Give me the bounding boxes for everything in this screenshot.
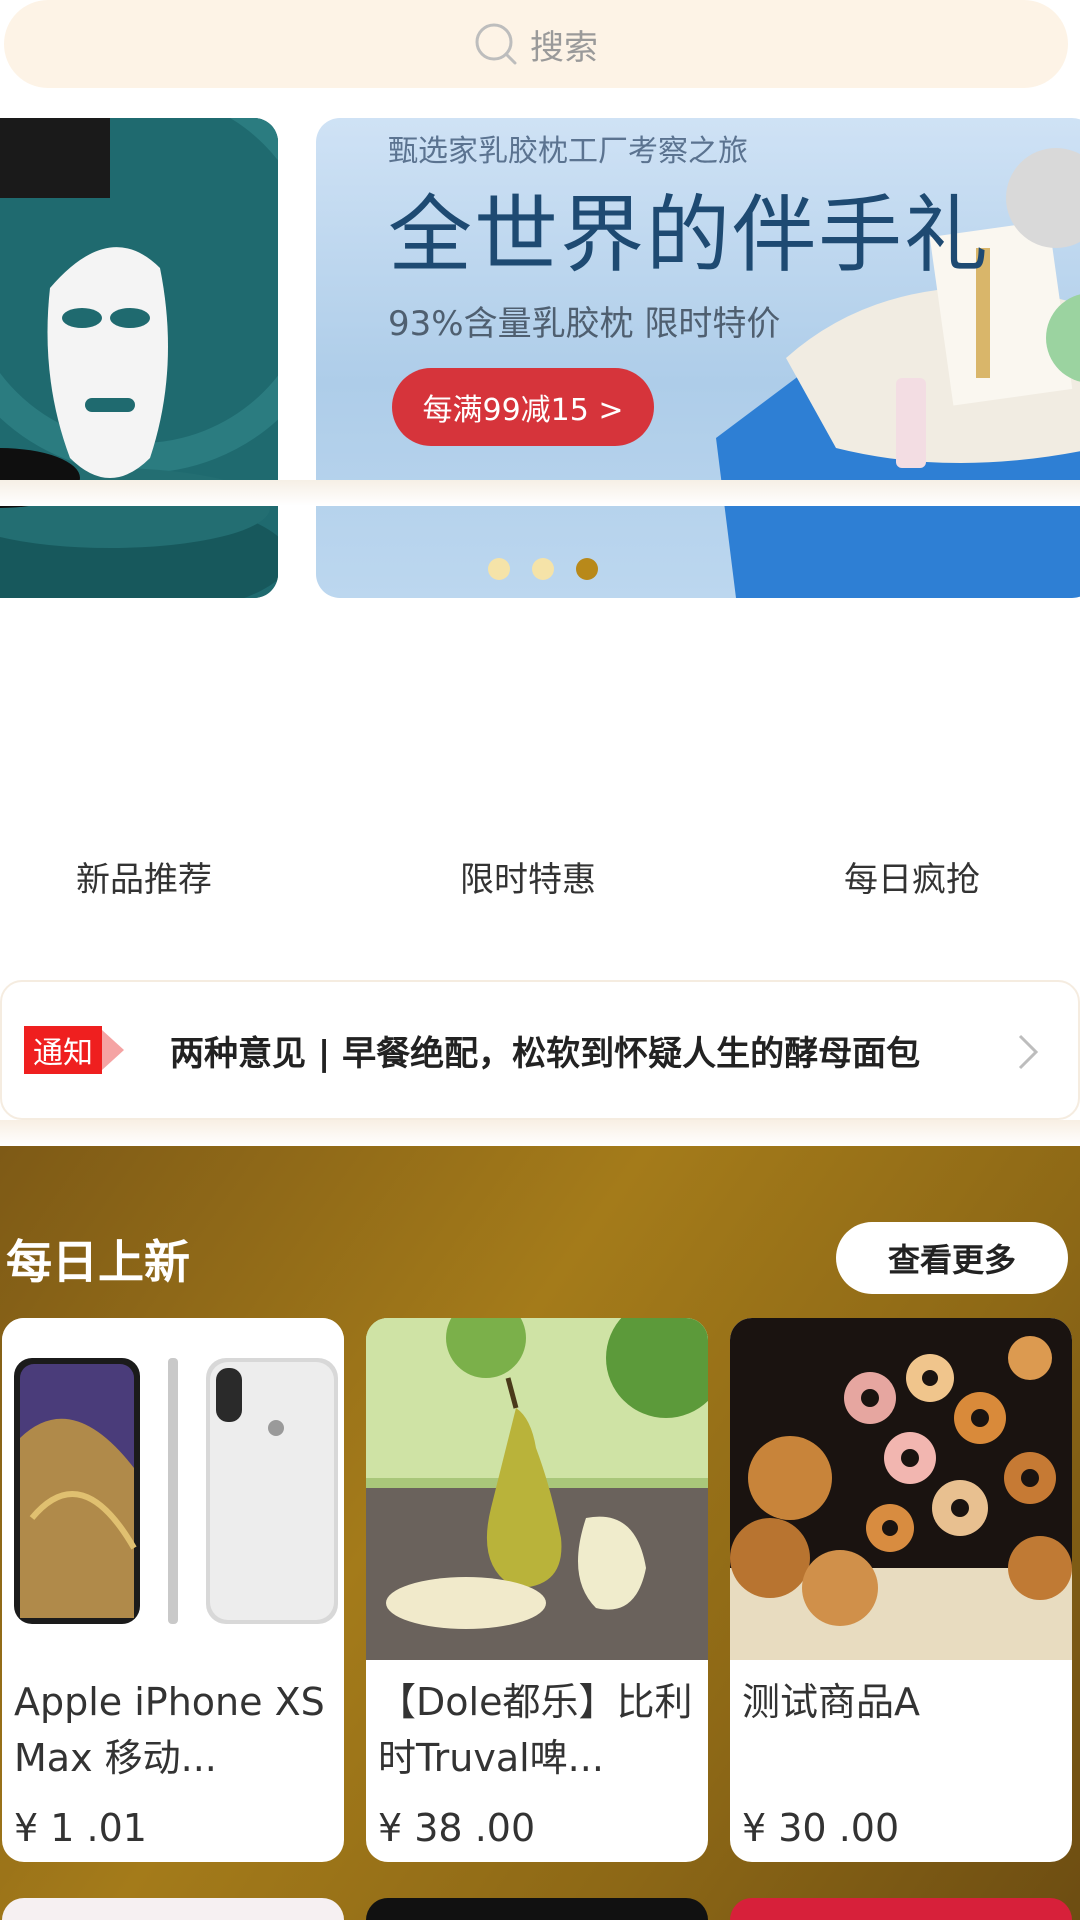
- search-bar[interactable]: 搜索: [4, 0, 1068, 88]
- daily-new-section: 每日上新 查看更多 Apple iPhone XS Max 移动... ¥ 1 …: [0, 1146, 1080, 1920]
- carousel-dot[interactable]: [488, 558, 510, 580]
- carousel-indicator: [488, 558, 598, 580]
- iphone-image: [2, 1318, 344, 1660]
- product-name: Apple iPhone XS Max 移动...: [14, 1680, 325, 1780]
- carousel-dot-active[interactable]: [576, 558, 598, 580]
- notice-tag-tail: [102, 1030, 124, 1070]
- banner-carousel[interactable]: 甄选家乳胶枕工厂考察之旅 全世界的伴手礼 93%含量乳胶枕 限时特价 每满99减…: [0, 118, 1080, 604]
- product-price: ¥ 38 .00: [378, 1806, 536, 1850]
- product-card[interactable]: 【Dole都乐】比利时Truval啤... ¥ 38 .00: [366, 1318, 708, 1862]
- notice-text[interactable]: 两种意见 | 早餐绝配，松软到怀疑人生的酵母面包: [170, 1026, 920, 1075]
- banner-subtitle: 甄选家乳胶枕工厂考察之旅: [388, 134, 748, 169]
- product-card[interactable]: 测试商品A ¥ 30 .00: [730, 1318, 1072, 1862]
- product-card-partial[interactable]: [730, 1898, 1072, 1920]
- product-price: ¥ 30 .00: [742, 1806, 900, 1850]
- product-name: 测试商品A: [742, 1680, 920, 1724]
- section-title: 每日上新: [6, 1235, 190, 1289]
- banner-title: 全世界的伴手礼: [388, 186, 991, 284]
- carousel-dot[interactable]: [532, 558, 554, 580]
- search-section: 搜索: [0, 0, 1080, 110]
- banner-description: 93%含量乳胶枕 限时特价: [388, 304, 781, 344]
- banner-promo-button[interactable]: 每满99减15 >: [392, 368, 654, 446]
- notice-tag: 通知: [24, 1026, 134, 1074]
- nav-item-limited-offer[interactable]: 限时特惠: [460, 852, 596, 901]
- notice-tag-label: 通知: [24, 1026, 102, 1074]
- banner-slide-previous[interactable]: [0, 118, 278, 598]
- product-card-partial[interactable]: [2, 1898, 344, 1920]
- search-icon: [475, 23, 517, 65]
- product-name: 【Dole都乐】比利时Truval啤...: [378, 1680, 693, 1780]
- product-price: ¥ 1 .01: [14, 1806, 147, 1850]
- face-mask-image: [0, 118, 278, 598]
- quick-nav: 新品推荐 限时特惠 每日疯抢: [0, 852, 1080, 912]
- banner-shadow: [0, 480, 1080, 506]
- product-card-partial[interactable]: [366, 1898, 708, 1920]
- notice-bar[interactable]: 通知 两种意见 | 早餐绝配，松软到怀疑人生的酵母面包: [0, 980, 1080, 1120]
- product-card[interactable]: Apple iPhone XS Max 移动... ¥ 1 .01: [2, 1318, 344, 1862]
- pear-image: [366, 1318, 708, 1660]
- view-more-button[interactable]: 查看更多: [836, 1222, 1068, 1294]
- nav-item-daily-rush[interactable]: 每日疯抢: [844, 852, 980, 901]
- chevron-right-icon[interactable]: [1016, 1030, 1042, 1074]
- banner-slide-current[interactable]: 甄选家乳胶枕工厂考察之旅 全世界的伴手礼 93%含量乳胶枕 限时特价 每满99减…: [316, 118, 1080, 598]
- search-placeholder: 搜索: [530, 27, 598, 68]
- biscuits-image: [730, 1318, 1072, 1660]
- notice-shadow: [0, 1120, 1080, 1146]
- product-list: Apple iPhone XS Max 移动... ¥ 1 .01 【Dole都…: [0, 1318, 1080, 1862]
- nav-item-new-products[interactable]: 新品推荐: [76, 852, 212, 901]
